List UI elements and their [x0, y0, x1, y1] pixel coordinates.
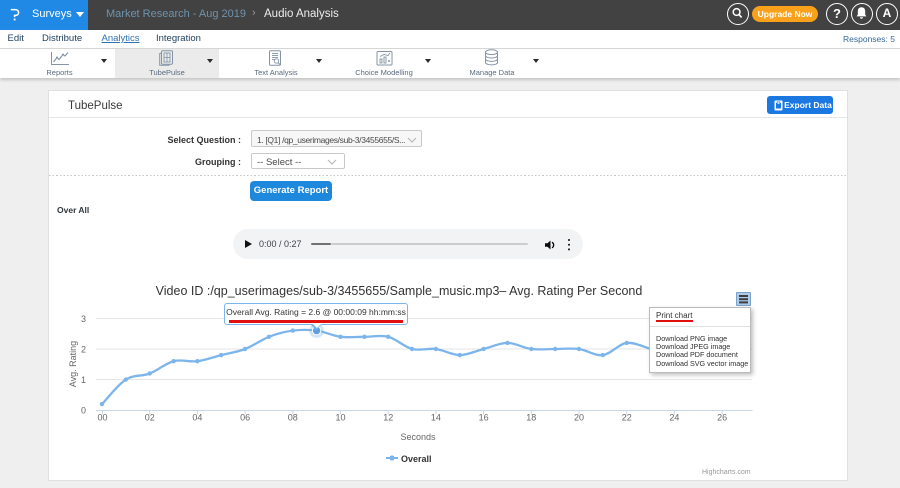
svg-text:08: 08 [288, 413, 298, 423]
svg-text:04: 04 [192, 413, 202, 423]
svg-text:00: 00 [97, 413, 107, 423]
svg-text:3: 3 [81, 314, 86, 324]
svg-text:20: 20 [574, 413, 584, 423]
svg-text:16: 16 [479, 413, 489, 423]
svg-text:10: 10 [335, 413, 345, 423]
svg-text:0: 0 [81, 406, 86, 416]
svg-text:Seconds: Seconds [400, 432, 436, 442]
svg-text:06: 06 [240, 413, 250, 423]
svg-text:12: 12 [383, 413, 393, 423]
svg-text:2: 2 [81, 345, 86, 355]
svg-text:24: 24 [669, 413, 679, 423]
svg-text:22: 22 [622, 413, 632, 423]
svg-text:1: 1 [81, 375, 86, 385]
svg-text:26: 26 [717, 413, 727, 423]
svg-text:18: 18 [526, 413, 536, 423]
svg-text:02: 02 [145, 413, 155, 423]
svg-text:Avg. Rating: Avg. Rating [68, 341, 78, 387]
svg-text:14: 14 [431, 413, 441, 423]
